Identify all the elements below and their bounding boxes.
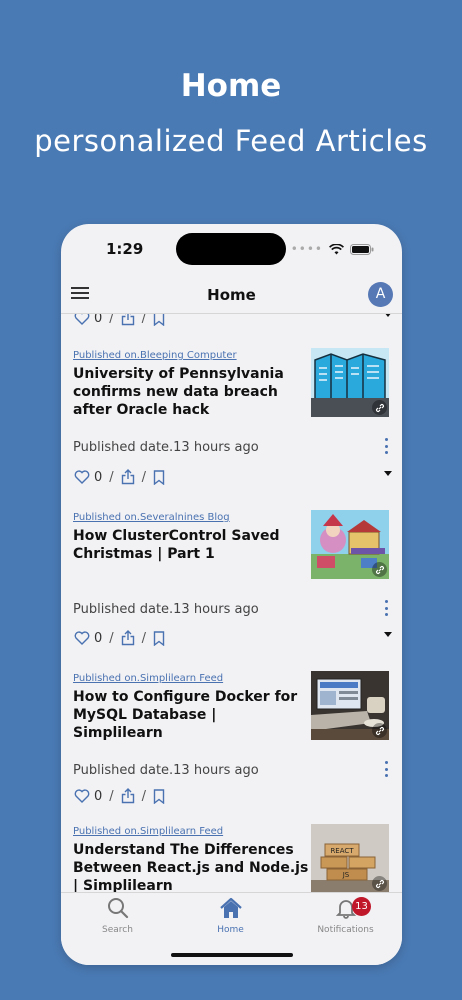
status-bar: 1:29 •••• [61,224,402,276]
svg-text:REACT: REACT [330,847,354,855]
home-indicator [171,953,293,957]
like-count: 0 [94,469,103,485]
dynamic-island [176,233,286,265]
article-title[interactable]: How ClusterControl Saved Christmas | Par… [73,527,309,563]
share-icon[interactable] [121,630,135,646]
tab-search[interactable]: Search [61,897,174,935]
separator: / [109,469,114,485]
heart-icon[interactable] [74,470,90,484]
phone-frame: 1:29 •••• Home A 0 / / Published on.Blee… [61,224,402,965]
article-source[interactable]: Published on.Severalnines Blog [73,512,230,523]
more-options-button[interactable] [381,600,391,616]
published-date: Published date.13 hours ago [73,602,259,617]
more-options-button[interactable] [381,761,391,777]
link-icon [372,562,387,577]
tab-bar: Search Home 13 Notifications [61,892,402,965]
link-icon [372,400,387,415]
tab-label: Search [102,925,133,935]
bookmark-icon[interactable] [153,630,165,646]
article-title[interactable]: How to Configure Docker for MySQL Databa… [73,688,309,742]
link-icon [372,876,387,891]
tab-label: Notifications [317,925,374,935]
more-options-button[interactable] [381,438,391,454]
notification-badge: 13 [352,897,371,916]
promo-subtitle: personalized Feed Articles [34,124,428,158]
tab-notifications[interactable]: 13 Notifications [289,897,402,935]
article-thumbnail[interactable] [311,671,389,740]
separator: / [109,314,114,326]
article-thumbnail[interactable] [311,348,389,417]
article-title[interactable]: University of Pennsylvania confirms new … [73,365,309,419]
wifi-icon [329,243,344,254]
tab-home[interactable]: Home [174,897,287,935]
action-row: 0 / / [74,314,392,329]
like-count: 0 [94,314,103,326]
separator: / [141,314,147,326]
tab-label: Home [217,925,244,935]
bookmark-icon[interactable] [153,314,165,326]
published-date: Published date.13 hours ago [73,440,259,455]
status-time: 1:29 [106,240,144,258]
bookmark-icon[interactable] [153,469,165,485]
article-thumbnail[interactable] [311,510,389,579]
like-count: 0 [94,630,103,646]
share-icon[interactable] [121,314,135,326]
heart-icon[interactable] [74,314,90,325]
article-source[interactable]: Published on.Simplilearn Feed [73,673,223,684]
share-icon[interactable] [121,788,135,804]
heart-icon[interactable] [74,631,90,645]
promo-title: Home [180,68,282,104]
article-title[interactable]: Understand The Differences Between React… [73,841,309,892]
navigation-bar: Home A [61,276,402,314]
article-thumbnail[interactable]: REACT JS [311,824,389,892]
search-icon [107,898,128,919]
feed-list[interactable]: 0 / / Published on.Bleeping Computer Uni… [61,314,402,892]
separator: / [109,788,114,804]
avatar[interactable]: A [368,282,393,307]
action-row: 0 / / [74,466,392,488]
published-date: Published date.13 hours ago [73,763,259,778]
like-count: 0 [94,788,103,804]
separator: / [109,630,114,646]
svg-text:JS: JS [342,871,350,879]
cellular-signal-icon: •••• [290,242,323,256]
article-source[interactable]: Published on.Simplilearn Feed [73,826,223,837]
separator: / [141,630,147,646]
separator: / [141,788,147,804]
action-row: 0 / / [74,627,392,649]
chevron-down-icon[interactable] [384,632,392,638]
bookmark-icon[interactable] [153,788,165,804]
action-row: 0 / / [74,785,392,807]
heart-icon[interactable] [74,789,90,803]
page-title: Home [207,286,256,304]
chevron-down-icon[interactable] [384,471,392,477]
home-icon [219,897,242,918]
status-icons: •••• [291,242,374,256]
separator: / [141,469,147,485]
battery-icon [350,243,374,255]
article-source[interactable]: Published on.Bleeping Computer [73,350,237,361]
share-icon[interactable] [121,469,135,485]
chevron-down-icon[interactable] [384,314,392,318]
link-icon [372,723,387,738]
